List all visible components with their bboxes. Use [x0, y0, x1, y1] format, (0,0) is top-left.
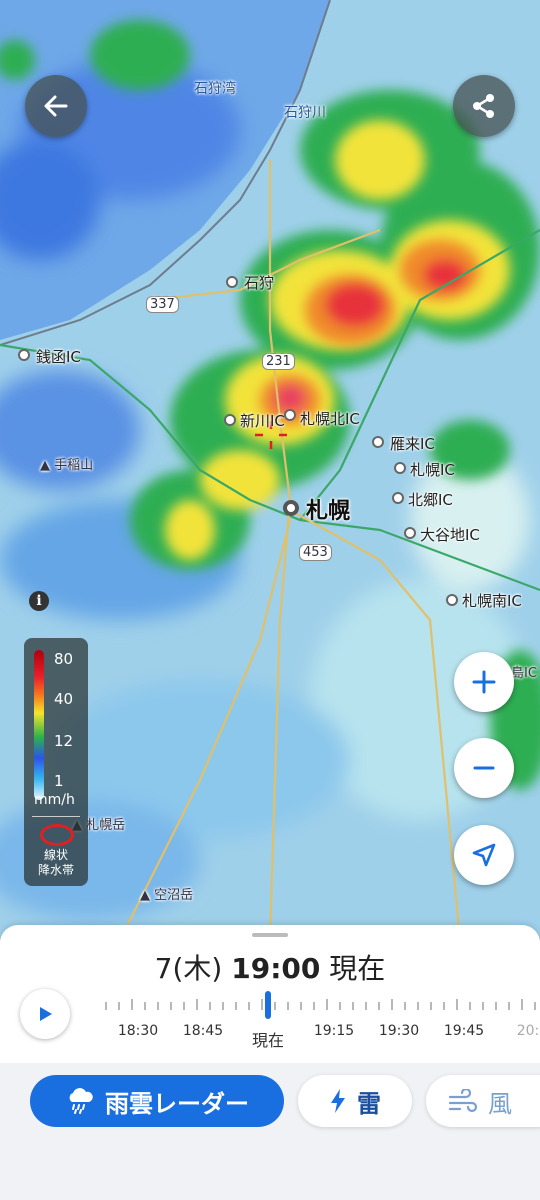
precipitation-legend: 80 40 12 1 mm/h 線状 降水帯 — [24, 638, 88, 886]
mountain-label: ▲ 手稲山 — [40, 458, 94, 473]
place-label: 石狩 — [244, 274, 275, 292]
time-text: 19:00 — [231, 952, 321, 985]
place-marker — [224, 414, 236, 426]
legend-tick: 1 — [54, 772, 64, 790]
zoom-out-button[interactable] — [454, 738, 514, 798]
arrow-left-icon — [44, 95, 68, 117]
timeline-ticks — [105, 999, 536, 1010]
timeline-label-current: 現在 — [251, 1031, 285, 1050]
place-marker — [226, 276, 238, 288]
current-time-title: 7(木) 19:00 現在 — [0, 947, 540, 987]
back-button[interactable] — [25, 75, 87, 137]
route-453-badge: 453 — [299, 544, 332, 561]
timeline-label: 19:30 — [378, 1023, 420, 1039]
place-marker — [284, 409, 296, 421]
timeline-label: 18:45 — [182, 1023, 224, 1039]
minus-icon — [473, 766, 495, 770]
place-label: 銭函IC — [36, 348, 81, 366]
place-label: 札幌IC — [410, 461, 455, 479]
tab-rain-radar[interactable]: 雨雲レーダー — [30, 1075, 284, 1127]
navigation-arrow-icon — [472, 843, 496, 867]
radar-map[interactable]: 337 231 453 石狩湾 石狩川 石狩 銭函IC ▲ 手稲山 新川IC 札… — [0, 0, 540, 940]
timeline-label: 19:45 — [443, 1023, 485, 1039]
place-label: 札幌南IC — [462, 592, 522, 610]
place-label: 札幌北IC — [300, 410, 360, 428]
drag-handle[interactable] — [252, 933, 288, 937]
legend-band-label: 線状 — [43, 848, 68, 862]
plus-icon — [472, 670, 496, 694]
share-icon — [473, 94, 494, 118]
legend-color-bar — [34, 650, 44, 800]
place-marker — [18, 349, 30, 361]
legend-unit: mm/h — [34, 792, 75, 808]
water-label: 石狩川 — [284, 105, 326, 121]
play-icon — [40, 1007, 52, 1021]
water-label: 石狩湾 — [194, 81, 236, 97]
place-marker — [404, 527, 416, 539]
place-label: 新川IC — [240, 412, 285, 430]
timeline-slider[interactable]: 18:30 18:45 現在 19:15 19:30 19:45 20: — [90, 991, 540, 1051]
my-location-button[interactable] — [454, 825, 514, 885]
timeline-label: 19:15 — [313, 1023, 355, 1039]
status-text: 現在 — [329, 952, 386, 985]
linear-band-ring-icon — [40, 824, 74, 846]
tab-label: 雨雲レーダー — [105, 1089, 249, 1118]
place-label: 北郷IC — [408, 491, 453, 509]
rain-cloud-icon — [69, 1088, 93, 1114]
wind-icon — [448, 1089, 478, 1113]
timeline-label: 20: — [516, 1023, 540, 1039]
place-marker — [446, 594, 458, 606]
city-marker — [283, 500, 299, 516]
place-label: 大谷地IC — [420, 526, 480, 544]
route-337-badge: 337 — [146, 296, 179, 313]
legend-tick: 80 — [54, 650, 74, 668]
tab-wind[interactable]: 風 — [426, 1075, 540, 1127]
legend-band-label: 降水帯 — [37, 863, 74, 877]
place-label: 雁来IC — [390, 435, 435, 453]
place-marker — [372, 436, 384, 448]
route-231-badge: 231 — [262, 353, 295, 370]
share-button[interactable] — [453, 75, 515, 137]
tab-label: 風 — [488, 1089, 512, 1118]
timeline-label: 18:30 — [117, 1023, 159, 1039]
tab-label: 雷 — [357, 1089, 381, 1118]
place-marker — [394, 462, 406, 474]
info-icon[interactable]: i — [29, 591, 49, 611]
place-marker — [392, 492, 404, 504]
tab-lightning[interactable]: 雷 — [298, 1075, 412, 1127]
legend-divider — [32, 816, 80, 817]
legend-tick: 40 — [54, 690, 74, 708]
legend-tick: 12 — [54, 732, 74, 750]
timeline-cursor[interactable] — [265, 991, 271, 1019]
city-label: 札幌 — [306, 499, 351, 524]
zoom-in-button[interactable] — [454, 652, 514, 712]
layer-tab-bar: 雨雲レーダー 雷 風 — [0, 1063, 540, 1200]
play-button[interactable] — [20, 989, 70, 1039]
mountain-label: ▲ 空沼岳 — [140, 888, 194, 903]
lightning-icon — [331, 1089, 345, 1113]
date-text: 7(木) — [154, 952, 223, 985]
